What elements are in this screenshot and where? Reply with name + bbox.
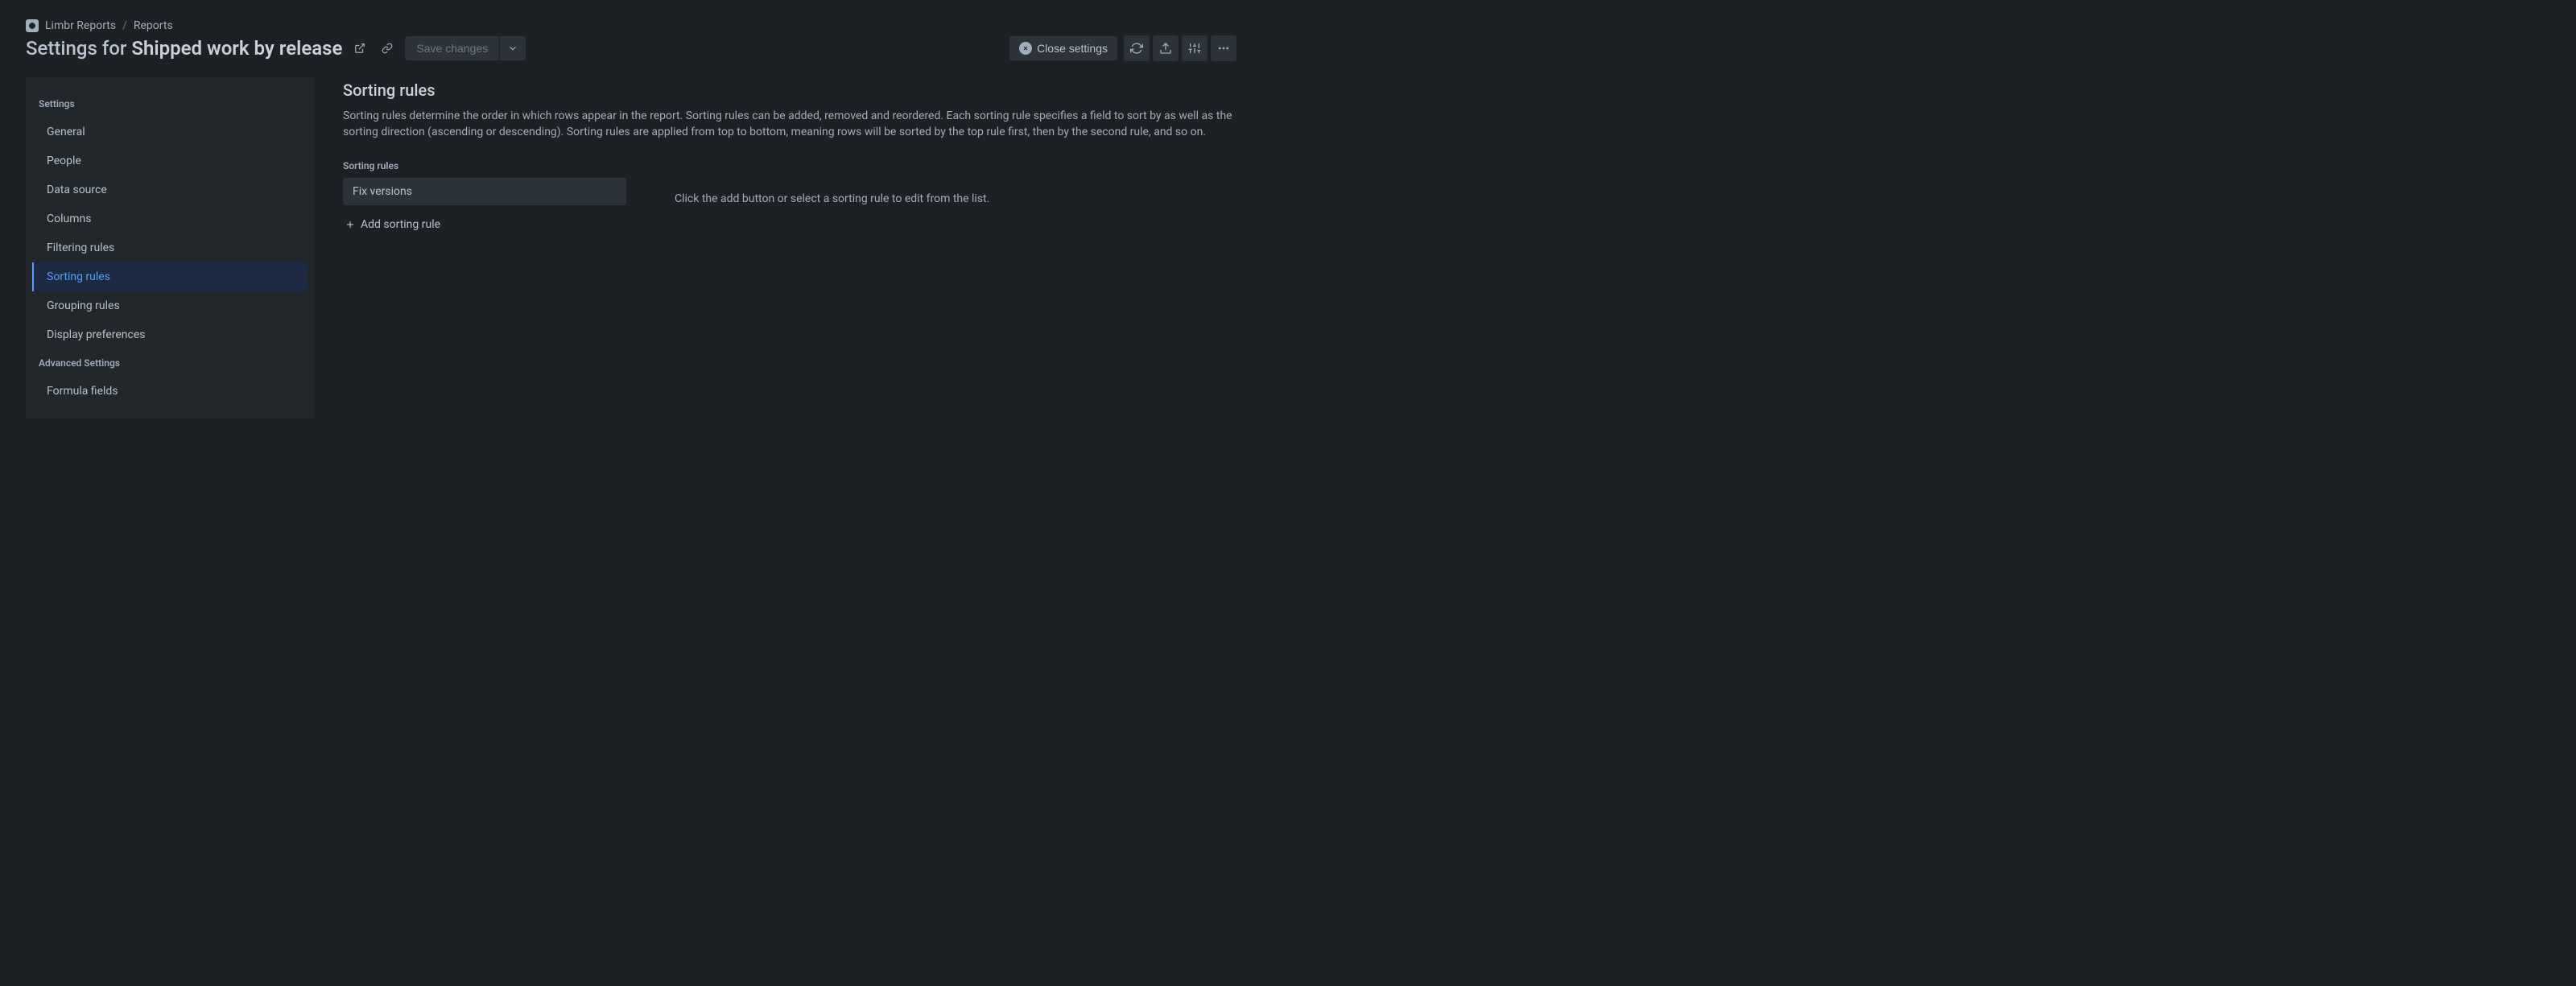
breadcrumb-section-link[interactable]: Reports	[134, 19, 173, 32]
page-title: Settings for Shipped work by release	[26, 37, 342, 60]
app-logo-icon	[26, 19, 39, 32]
main-description: Sorting rules determine the order in whi…	[343, 108, 1236, 141]
rules-hint: Click the add button or select a sorting…	[675, 160, 989, 236]
save-button[interactable]: Save changes	[405, 36, 499, 60]
refresh-icon[interactable]	[1124, 35, 1150, 61]
close-settings-label: Close settings	[1037, 42, 1108, 55]
page-title-name: Shipped work by release	[131, 37, 342, 60]
header-row: Settings for Shipped work by release Sav…	[26, 35, 1236, 61]
add-sorting-rule-label: Add sorting rule	[361, 218, 440, 231]
page-title-prefix: Settings for	[26, 37, 131, 60]
sidebar-heading-settings: Settings	[26, 90, 314, 118]
sidebar-item-general[interactable]: General	[32, 118, 308, 146]
close-settings-button[interactable]: Close settings	[1009, 36, 1117, 60]
save-dropdown-button[interactable]	[500, 36, 526, 60]
sidebar-item-formula-fields[interactable]: Formula fields	[32, 377, 308, 406]
sorting-rule-item[interactable]: Fix versions	[343, 178, 626, 205]
sidebar-item-grouping-rules[interactable]: Grouping rules	[32, 291, 308, 320]
rules-list-label: Sorting rules	[343, 160, 626, 171]
settings-sidebar: Settings General People Data source Colu…	[26, 77, 314, 419]
copy-link-icon[interactable]	[378, 39, 397, 58]
add-sorting-rule-button[interactable]: Add sorting rule	[343, 213, 626, 236]
main-panel: Sorting rules Sorting rules determine th…	[343, 77, 1236, 419]
sidebar-item-sorting-rules[interactable]: Sorting rules	[32, 262, 308, 291]
open-external-icon[interactable]	[350, 39, 369, 58]
breadcrumb-separator: /	[122, 19, 127, 32]
sidebar-item-filtering-rules[interactable]: Filtering rules	[32, 233, 308, 262]
close-icon	[1019, 42, 1032, 55]
more-icon[interactable]	[1211, 35, 1236, 61]
sidebar-item-people[interactable]: People	[32, 146, 308, 175]
sidebar-item-display-preferences[interactable]: Display preferences	[32, 320, 308, 349]
breadcrumb: Limbr Reports / Reports	[26, 19, 1236, 32]
main-title: Sorting rules	[343, 80, 1236, 100]
sliders-icon[interactable]	[1182, 35, 1208, 61]
sidebar-item-columns[interactable]: Columns	[32, 204, 308, 233]
download-icon[interactable]	[1153, 35, 1179, 61]
sidebar-heading-advanced: Advanced Settings	[26, 349, 314, 377]
breadcrumb-app-link[interactable]: Limbr Reports	[45, 19, 116, 32]
plus-icon	[345, 219, 356, 230]
sidebar-item-data-source[interactable]: Data source	[32, 175, 308, 204]
